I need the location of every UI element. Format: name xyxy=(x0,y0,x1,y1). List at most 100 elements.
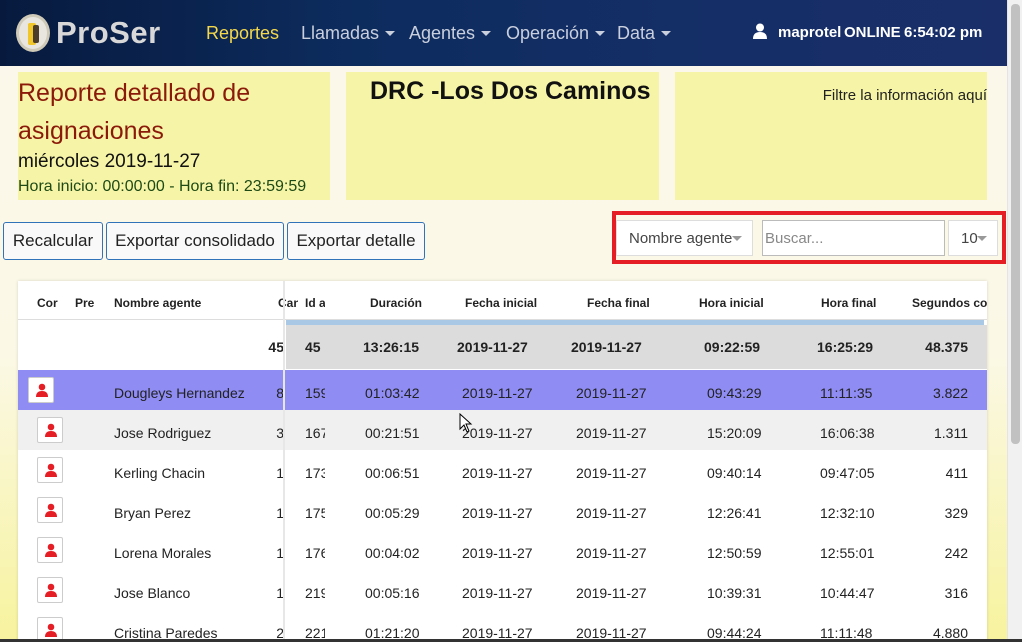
cell-count: 1 xyxy=(276,505,284,521)
chevron-down-icon xyxy=(595,31,606,36)
chevron-down-icon xyxy=(481,31,492,36)
filter-field-select[interactable]: Nombre agente xyxy=(616,220,753,256)
center-panel: DRC -Los Dos Caminos xyxy=(346,72,659,200)
cell-date-end: 2019-11-27 xyxy=(576,505,647,521)
cell-date-end: 2019-11-27 xyxy=(576,585,647,601)
cell-date-start: 2019-11-27 xyxy=(462,585,533,601)
column-header[interactable]: Hora final xyxy=(821,296,891,310)
agent-profile-icon[interactable] xyxy=(37,537,63,563)
nav-llamadas[interactable]: Llamadas xyxy=(301,23,396,44)
cell-date-end: 2019-11-27 xyxy=(576,545,647,561)
total-date-end: 2019-11-27 xyxy=(571,339,642,355)
total-time-start: 09:22:59 xyxy=(704,339,761,355)
scrollbar-thumb[interactable] xyxy=(1011,4,1020,444)
column-header[interactable]: Hora inicial xyxy=(699,296,779,310)
cell-count: 1 xyxy=(276,585,284,601)
cell-date-start: 2019-11-27 xyxy=(462,385,533,401)
cell-seconds: 242 xyxy=(944,545,968,561)
proser-logo-icon[interactable] xyxy=(16,14,50,52)
page-title: Reporte detallado de asignaciones xyxy=(18,79,251,145)
nav-reportes[interactable]: Reportes xyxy=(206,23,279,44)
agent-profile-icon[interactable] xyxy=(37,417,63,443)
total-count: 45 xyxy=(268,339,284,355)
recalcular-button[interactable]: Recalcular xyxy=(3,222,103,260)
cell-duration: 00:04:02 xyxy=(365,545,420,561)
vertical-scrollbar[interactable] xyxy=(1007,0,1022,642)
cell-date-start: 2019-11-27 xyxy=(462,505,533,521)
nav-data[interactable]: Data xyxy=(617,23,672,44)
username[interactable]: maprotel xyxy=(778,24,841,41)
agent-profile-icon[interactable] xyxy=(37,497,63,523)
cell-date-end: 2019-11-27 xyxy=(576,385,647,401)
brand-name[interactable]: ProSer xyxy=(56,15,161,51)
cell-count: 1 xyxy=(276,465,284,481)
column-header[interactable]: Fecha inicial xyxy=(465,296,555,310)
column-header[interactable]: Id a xyxy=(305,296,325,310)
cell-duration: 01:03:42 xyxy=(365,385,420,401)
cell-time-start: 12:50:59 xyxy=(707,545,762,561)
cell-time-start: 09:43:29 xyxy=(707,385,762,401)
filter-hint: Filtre la información aquí xyxy=(822,87,987,104)
cell-agent-name: Bryan Perez xyxy=(114,505,192,521)
nav-agentes[interactable]: Agentes xyxy=(409,23,492,44)
chevron-down-icon xyxy=(385,31,396,36)
cell-seconds: 411 xyxy=(945,465,968,481)
search-input[interactable]: Buscar... xyxy=(762,220,945,256)
cell-seconds: 316 xyxy=(944,585,968,601)
cell-seconds: 329 xyxy=(944,505,968,521)
report-hours: Hora inicio: 00:00:00 - Hora fin: 23:59:… xyxy=(18,178,307,195)
cell-time-end: 11:11:35 xyxy=(820,385,873,401)
chevron-down-icon xyxy=(661,31,672,36)
cell-count: 1 xyxy=(276,545,284,561)
cell-date-start: 2019-11-27 xyxy=(462,545,533,561)
total-id: 45 xyxy=(305,339,321,355)
cell-date-end: 2019-11-27 xyxy=(576,425,647,441)
cell-time-start: 09:40:14 xyxy=(707,465,762,481)
cell-date-start: 2019-11-27 xyxy=(462,465,533,481)
frozen-column-divider xyxy=(283,281,285,642)
cell-time-end: 10:44:47 xyxy=(820,585,875,601)
export-detail-button[interactable]: Exportar detalle xyxy=(287,222,425,260)
page-size-value: 10 xyxy=(961,230,978,247)
assignments-table: Cor Pre Nombre agente Can Id a Duración … xyxy=(18,281,987,642)
mouse-cursor-icon xyxy=(459,413,473,433)
filter-panel: Filtre la información aquí xyxy=(675,72,987,200)
cell-id: 159 xyxy=(305,385,325,401)
column-header[interactable]: Segundos con xyxy=(912,296,987,310)
nav-data-label: Data xyxy=(617,23,656,43)
top-navbar: ProSer Reportes Llamadas Agentes Operaci… xyxy=(0,0,1022,66)
total-time-end: 16:25:29 xyxy=(817,339,874,355)
agent-profile-icon[interactable] xyxy=(37,457,63,483)
filter-field-value: Nombre agente xyxy=(629,230,733,247)
total-date-start: 2019-11-27 xyxy=(457,339,528,355)
nav-operacion[interactable]: Operación xyxy=(506,23,606,44)
cell-count: 8 xyxy=(276,385,284,401)
cell-agent-name: Kerling Chacin xyxy=(114,465,206,481)
column-header[interactable]: Duración xyxy=(370,296,440,310)
export-consolidated-button[interactable]: Exportar consolidado xyxy=(106,222,284,260)
cell-time-start: 15:20:09 xyxy=(707,425,762,441)
column-header[interactable]: Can xyxy=(278,296,298,310)
cell-duration: 00:06:51 xyxy=(365,465,420,481)
column-header[interactable]: Cor xyxy=(37,296,59,310)
nav-agentes-label: Agentes xyxy=(409,23,476,43)
report-info-panel: Reporte detallado de asignaciones miérco… xyxy=(18,72,330,200)
column-header[interactable]: Fecha final xyxy=(587,296,667,310)
column-header[interactable]: Pre xyxy=(75,296,95,310)
cell-agent-name: Jose Blanco xyxy=(114,585,191,601)
cell-time-end: 09:47:05 xyxy=(820,465,875,481)
agent-profile-icon[interactable] xyxy=(37,577,63,603)
cell-time-start: 12:26:41 xyxy=(707,505,762,521)
cell-id: 219 xyxy=(305,585,325,601)
cell-seconds: 3.822 xyxy=(932,385,968,401)
cell-time-end: 16:06:38 xyxy=(820,425,875,441)
column-header[interactable]: Nombre agente xyxy=(114,296,264,310)
user-icon xyxy=(753,23,767,44)
page-size-select[interactable]: 10 xyxy=(948,220,998,256)
cell-agent-name: Lorena Morales xyxy=(114,545,212,561)
report-date: miércoles 2019-11-27 xyxy=(18,151,201,172)
cell-duration: 00:21:51 xyxy=(365,425,420,441)
cell-date-end: 2019-11-27 xyxy=(576,465,647,481)
agent-profile-icon[interactable] xyxy=(28,377,54,403)
cell-id: 173 xyxy=(305,465,325,481)
